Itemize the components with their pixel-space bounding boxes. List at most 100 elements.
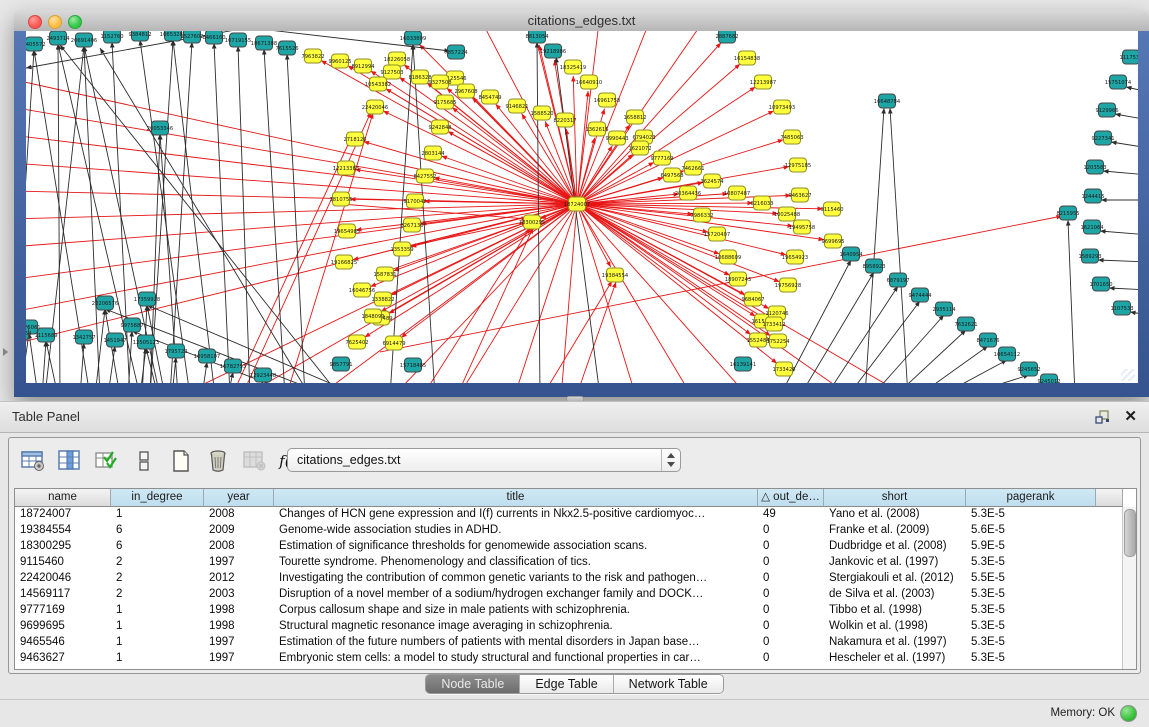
cell-in_degree[interactable]: 1: [111, 603, 204, 619]
cell-out_de[interactable]: 49: [758, 507, 824, 523]
cell-name[interactable]: 18724007: [15, 507, 111, 523]
table-row[interactable]: 911546021997Tourette syndrome. Phenomeno…: [15, 555, 1136, 571]
cell-name[interactable]: 9777169: [15, 603, 111, 619]
cell-pagerank[interactable]: 5.9E-5: [966, 539, 1096, 555]
cell-in_degree[interactable]: 1: [111, 635, 204, 651]
cell-short[interactable]: Wolkin et al. (1998): [824, 619, 966, 635]
cell-short[interactable]: Nakamura et al. (1997): [824, 635, 966, 651]
column-header-title[interactable]: title: [274, 489, 758, 507]
cell-year[interactable]: 2009: [204, 523, 274, 539]
collapsed-panel-arrow[interactable]: [3, 348, 8, 356]
select-column-icon[interactable]: [56, 447, 84, 475]
cell-name[interactable]: 9463627: [15, 651, 111, 667]
float-panel-icon[interactable]: [1095, 410, 1111, 424]
citation-network-graph[interactable]: 9405572249371420691406115276093848121065…: [26, 31, 1138, 383]
table-row[interactable]: 946554611997Estimation of the future num…: [15, 635, 1136, 651]
node-table-header[interactable]: namein_degreeyeartitle△ out_de…shortpage…: [15, 489, 1136, 507]
cell-year[interactable]: 2008: [204, 539, 274, 555]
table-scrollbar[interactable]: [1122, 507, 1136, 669]
cell-pagerank[interactable]: 5.3E-5: [966, 603, 1096, 619]
node-table[interactable]: namein_degreeyeartitle△ out_de…shortpage…: [14, 488, 1137, 670]
cell-name[interactable]: 18300295: [15, 539, 111, 555]
cell-year[interactable]: 2012: [204, 571, 274, 587]
cell-short[interactable]: Dudbridge et al. (2008): [824, 539, 966, 555]
cell-in_degree[interactable]: 1: [111, 619, 204, 635]
cell-out_de[interactable]: 0: [758, 523, 824, 539]
tab-network-table[interactable]: Network Table: [614, 675, 723, 693]
cell-out_de[interactable]: 0: [758, 651, 824, 667]
cell-pagerank[interactable]: 5.3E-5: [966, 555, 1096, 571]
cell-year[interactable]: 1997: [204, 651, 274, 667]
cell-short[interactable]: Tibbo et al. (1998): [824, 603, 966, 619]
combo-stepper-icon[interactable]: [661, 449, 680, 471]
cell-out_de[interactable]: 0: [758, 571, 824, 587]
table-row[interactable]: 969969511998Structural magnetic resonanc…: [15, 619, 1136, 635]
column-header-year[interactable]: year: [204, 489, 274, 507]
cell-in_degree[interactable]: 1: [111, 651, 204, 667]
cell-out_de[interactable]: 0: [758, 587, 824, 603]
memory-ok-icon[interactable]: [1120, 705, 1137, 722]
cell-short[interactable]: Stergiakouli et al. (2012): [824, 571, 966, 587]
cell-short[interactable]: Yano et al. (2008): [824, 507, 966, 523]
table-row[interactable]: 946362711997Embryonic stem cells: a mode…: [15, 651, 1136, 667]
cell-title[interactable]: Changes of HCN gene expression and I(f) …: [274, 507, 758, 523]
table-scrollbar-thumb[interactable]: [1124, 509, 1136, 557]
cell-title[interactable]: Structural magnetic resonance image aver…: [274, 619, 758, 635]
cell-name[interactable]: 19384554: [15, 523, 111, 539]
delete-trash-icon[interactable]: [204, 447, 232, 475]
cell-pagerank[interactable]: 5.5E-5: [966, 571, 1096, 587]
cell-out_de[interactable]: 0: [758, 619, 824, 635]
cell-out_de[interactable]: 0: [758, 539, 824, 555]
column-header-pagerank[interactable]: pagerank: [966, 489, 1096, 507]
import-table-icon[interactable]: [93, 447, 121, 475]
cell-year[interactable]: 1997: [204, 635, 274, 651]
cell-pagerank[interactable]: 5.3E-5: [966, 507, 1096, 523]
table-row[interactable]: 1872400712008Changes of HCN gene express…: [15, 507, 1136, 523]
column-header-out_de[interactable]: △ out_de…: [758, 489, 824, 507]
network-table-combo[interactable]: citations_edges.txt: [287, 448, 681, 472]
cell-year[interactable]: 2003: [204, 587, 274, 603]
cell-short[interactable]: Jankovic et al. (1997): [824, 555, 966, 571]
cell-name[interactable]: 9465546: [15, 635, 111, 651]
cell-in_degree[interactable]: 2: [111, 555, 204, 571]
cell-out_de[interactable]: 0: [758, 555, 824, 571]
cell-pagerank[interactable]: 5.3E-5: [966, 651, 1096, 667]
rows-icon[interactable]: [130, 447, 158, 475]
close-panel-icon[interactable]: ✕: [1124, 407, 1137, 425]
cell-pagerank[interactable]: 5.6E-5: [966, 523, 1096, 539]
cell-in_degree[interactable]: 6: [111, 539, 204, 555]
cell-in_degree[interactable]: 2: [111, 571, 204, 587]
cell-in_degree[interactable]: 6: [111, 523, 204, 539]
resize-grip-icon[interactable]: [1121, 369, 1135, 381]
table-row[interactable]: 977716911998Corpus callosum shape and si…: [15, 603, 1136, 619]
cell-out_de[interactable]: 0: [758, 635, 824, 651]
tab-node-table[interactable]: Node Table: [426, 675, 520, 693]
cell-name[interactable]: 9115460: [15, 555, 111, 571]
table-row[interactable]: 1830029562008Estimation of significance …: [15, 539, 1136, 555]
table-row[interactable]: 1456911722003Disruption of a novel membe…: [15, 587, 1136, 603]
delete-table-icon[interactable]: [241, 447, 269, 475]
column-header-name[interactable]: name: [15, 489, 111, 507]
cell-year[interactable]: 1998: [204, 603, 274, 619]
cell-short[interactable]: Franke et al. (2009): [824, 523, 966, 539]
cell-title[interactable]: Estimation of significance thresholds fo…: [274, 539, 758, 555]
cell-in_degree[interactable]: 2: [111, 587, 204, 603]
table-settings-icon[interactable]: [19, 447, 47, 475]
cell-name[interactable]: 22420046: [15, 571, 111, 587]
column-header-short[interactable]: short: [824, 489, 966, 507]
cell-in_degree[interactable]: 1: [111, 507, 204, 523]
new-document-icon[interactable]: [167, 447, 195, 475]
cell-year[interactable]: 1998: [204, 619, 274, 635]
cell-pagerank[interactable]: 5.3E-5: [966, 619, 1096, 635]
cell-title[interactable]: Genome-wide association studies in ADHD.: [274, 523, 758, 539]
cell-title[interactable]: Disruption of a novel member of a sodium…: [274, 587, 758, 603]
cell-out_de[interactable]: 0: [758, 603, 824, 619]
network-canvas[interactable]: 9405572249371420691406115276093848121065…: [26, 31, 1138, 383]
cell-short[interactable]: Hescheler et al. (1997): [824, 651, 966, 667]
cell-pagerank[interactable]: 5.3E-5: [966, 635, 1096, 651]
table-row[interactable]: 1938455462009Genome-wide association stu…: [15, 523, 1136, 539]
table-row[interactable]: 2242004622012Investigating the contribut…: [15, 571, 1136, 587]
tab-edge-table[interactable]: Edge Table: [520, 675, 613, 693]
cell-name[interactable]: 9699695: [15, 619, 111, 635]
cell-short[interactable]: de Silva et al. (2003): [824, 587, 966, 603]
